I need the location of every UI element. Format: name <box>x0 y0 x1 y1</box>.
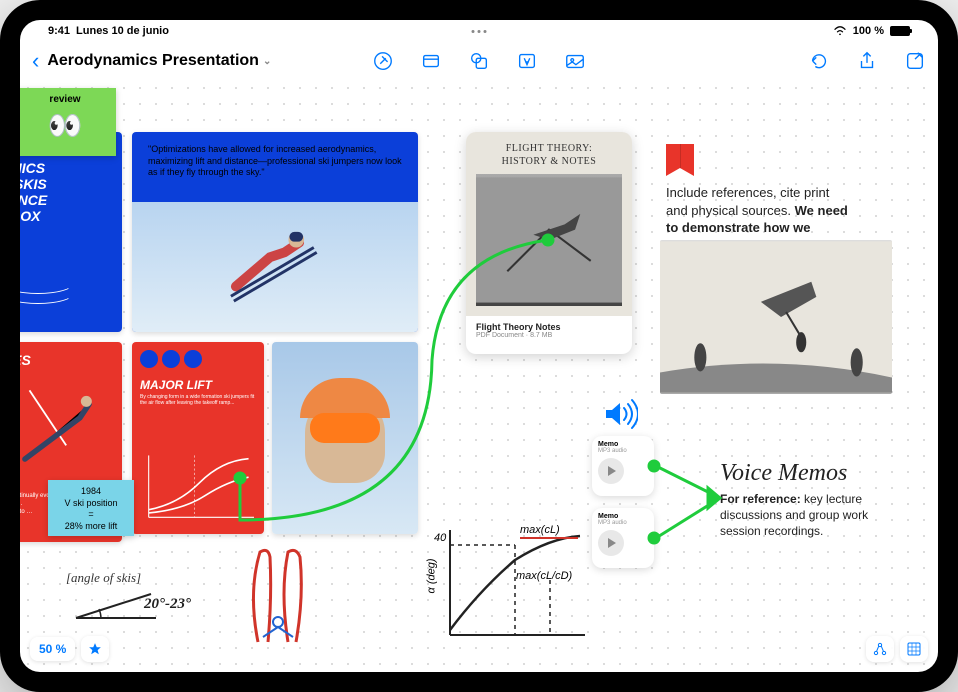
handwritten-title: Voice Memos <box>720 460 902 487</box>
poster-body-text: By changing form in a wide formation ski… <box>132 394 264 406</box>
flow-lines-graphic <box>20 272 82 312</box>
bookmark-icon <box>666 144 694 176</box>
graph-annotation: max(cL/cD) <box>516 570 572 582</box>
zoom-level-button[interactable]: 50 % <box>30 637 75 661</box>
zoom-value: 50 % <box>39 642 66 656</box>
poster-title: MAJOR LIFT <box>132 370 264 394</box>
media-tool-icon[interactable] <box>564 50 586 72</box>
sticky-note-tool-icon[interactable] <box>420 50 442 72</box>
sticky-line: 1984 <box>56 486 126 498</box>
memo-subtitle: MP3 audio <box>598 448 648 454</box>
poster-aerodynamics[interactable]: NS AMICS N SKIS TANCE ADOX NS <box>20 132 122 332</box>
sticky-note-vski[interactable]: 1984 V ski position = 28% more lift <box>48 480 134 536</box>
graph-nodes-icon <box>872 641 888 657</box>
app-header: ‹ Aerodynamics Presentation ⌄ <box>20 42 938 80</box>
grid-icon <box>906 641 922 657</box>
sketch-figure[interactable] <box>236 542 320 652</box>
sticky-note-review[interactable]: review 👀 <box>20 88 116 156</box>
ipad-frame: 9:41 Lunes 10 de junio 100 % ‹ Aerodynam… <box>0 0 958 692</box>
graph-ylabel: α (deg) <box>426 558 438 593</box>
poster-quote[interactable]: "Optimizations have allowed for increase… <box>132 132 418 332</box>
status-battery-pct: 100 % <box>853 25 884 37</box>
status-time: 9:41 <box>48 25 70 37</box>
glider-photo[interactable] <box>660 240 892 394</box>
pdf-filemeta: PDF Document · 8.7 MB <box>476 332 622 339</box>
document-title-button[interactable]: Aerodynamics Presentation ⌄ <box>47 52 271 70</box>
multitask-dots[interactable] <box>472 30 487 33</box>
document-title: Aerodynamics Presentation <box>47 52 259 70</box>
poster-skier-portrait[interactable] <box>272 342 418 534</box>
graph-annotation: max(cL) <box>520 524 560 536</box>
sticky-line: 28% more lift <box>56 521 126 533</box>
memo-title: Memo <box>598 441 648 448</box>
new-board-icon[interactable] <box>904 50 926 72</box>
chevron-down-icon: ⌄ <box>263 56 271 67</box>
audio-memo-1[interactable]: Memo MP3 audio <box>592 436 654 496</box>
text-tool-icon[interactable] <box>516 50 538 72</box>
pen-tool-icon[interactable] <box>372 50 394 72</box>
shapes-tool-icon[interactable] <box>468 50 490 72</box>
status-bar: 9:41 Lunes 10 de junio 100 % <box>20 20 938 42</box>
grid-toggle-button[interactable] <box>900 636 928 662</box>
sticky-line: V ski position <box>56 498 126 510</box>
freeform-canvas[interactable]: NS AMICS N SKIS TANCE ADOX NS "Optimizat… <box>20 80 938 672</box>
skier-jump-image <box>132 202 418 332</box>
favorite-button[interactable] <box>81 636 109 662</box>
poster-major-lift[interactable]: MAJOR LIFT By changing form in a wide fo… <box>132 342 264 534</box>
skier-sequence-icons <box>140 350 202 368</box>
eyes-icon: 👀 <box>22 109 108 142</box>
speaker-icon <box>602 396 638 432</box>
pdf-cover-title: FLIGHT THEORY: HISTORY & NOTES <box>502 142 597 168</box>
graph-tick: 40 <box>434 532 446 544</box>
wifi-icon <box>833 26 847 36</box>
status-date: Lunes 10 de junio <box>76 25 169 37</box>
undo-icon[interactable] <box>808 50 830 72</box>
skier-face-graphic <box>305 393 385 483</box>
sticky-line: = <box>56 509 126 521</box>
star-icon <box>88 642 102 656</box>
graph-sketch[interactable]: 40 α (deg) max(cL) max(cL/cD) <box>420 520 590 650</box>
play-button[interactable] <box>598 530 624 556</box>
angle-label: [angle of skis] <box>66 570 226 586</box>
play-button[interactable] <box>598 458 624 484</box>
lift-diagram <box>140 450 259 526</box>
voice-memos-text-block[interactable]: Voice Memos For reference: key lecture d… <box>720 460 902 540</box>
memo-label: For reference: <box>720 492 801 506</box>
pdf-preview: FLIGHT THEORY: HISTORY & NOTES <box>466 132 632 316</box>
share-icon[interactable] <box>856 50 878 72</box>
sticky-text: review <box>22 94 108 105</box>
audio-memo-2[interactable]: Memo MP3 audio <box>592 508 654 568</box>
back-button[interactable]: ‹ <box>32 48 39 74</box>
battery-icon <box>890 26 910 36</box>
angle-sketch[interactable]: [angle of skis] 20°-23° <box>66 570 226 630</box>
angle-value: 20°-23° <box>144 596 191 613</box>
pdf-attachment[interactable]: FLIGHT THEORY: HISTORY & NOTES Flight Th… <box>466 132 632 354</box>
navigator-button[interactable] <box>866 636 894 662</box>
pdf-cover-image <box>476 174 622 306</box>
memo-subtitle: MP3 audio <box>598 520 648 526</box>
poster-quote-text: "Optimizations have allowed for increase… <box>132 132 418 191</box>
screen: 9:41 Lunes 10 de junio 100 % ‹ Aerodynam… <box>20 20 938 672</box>
memo-title: Memo <box>598 513 648 520</box>
pdf-filename: Flight Theory Notes <box>476 322 622 332</box>
